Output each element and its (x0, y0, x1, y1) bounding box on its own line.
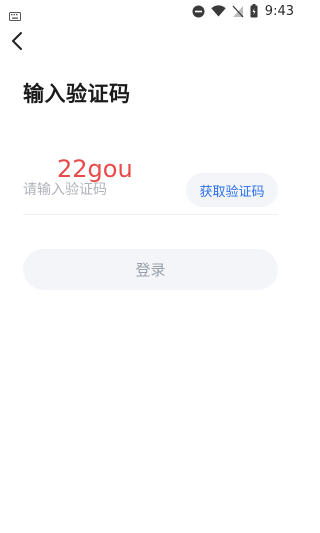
back-button[interactable] (6, 30, 28, 56)
no-sim-icon (232, 5, 244, 18)
status-bar: 9:43 (0, 0, 300, 22)
login-button[interactable]: 登录 (23, 249, 278, 290)
keyboard-icon (9, 6, 21, 21)
page-title: 输入验证码 (23, 82, 131, 106)
input-divider (23, 214, 278, 215)
watermark: 22gou (57, 155, 133, 183)
chevron-left-icon (11, 31, 23, 55)
do-not-disturb-icon (192, 5, 205, 18)
battery-icon (250, 4, 258, 18)
get-code-button[interactable]: 获取验证码 (186, 173, 278, 207)
status-icons: 9:43 (192, 3, 294, 19)
wifi-icon (211, 5, 226, 17)
status-time: 9:43 (264, 3, 294, 19)
